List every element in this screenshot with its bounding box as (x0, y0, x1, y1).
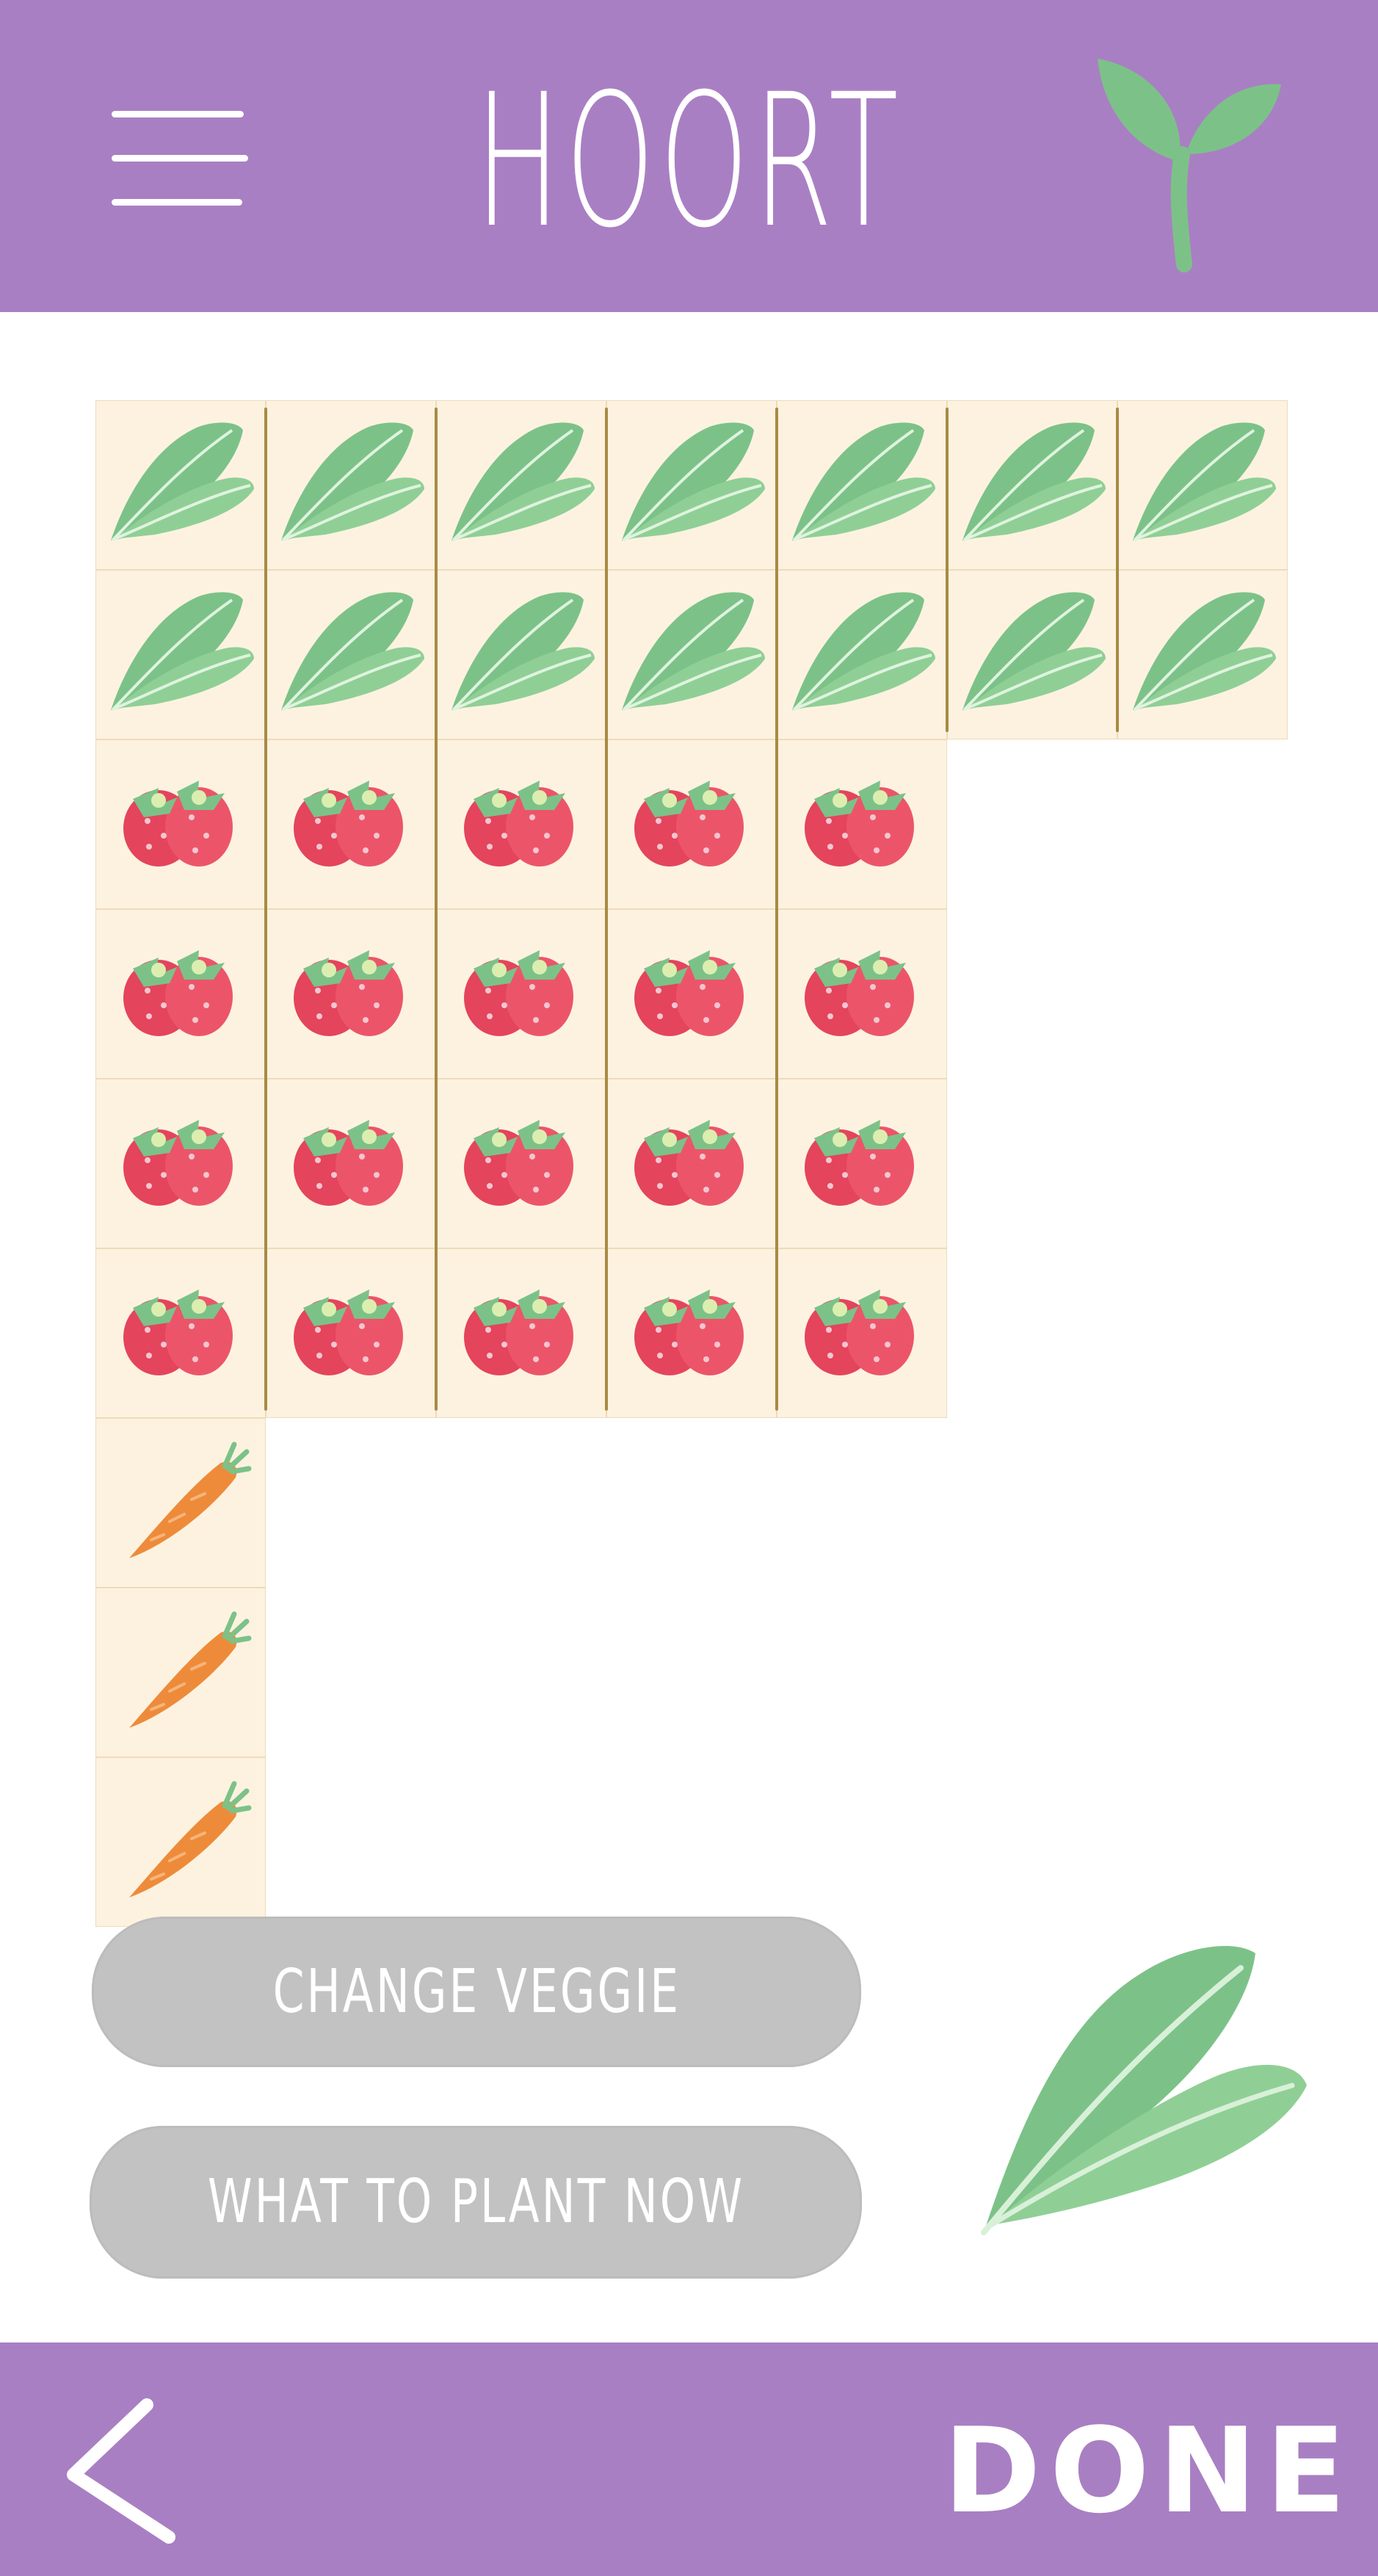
spinach-icon (281, 422, 424, 542)
done-button[interactable]: DONE (943, 2409, 1346, 2533)
spinach-icon (1133, 422, 1276, 542)
garden-cell-strawberry[interactable] (266, 739, 436, 909)
spinach-icon (111, 422, 254, 542)
strawberry-icon (294, 950, 403, 1036)
carrot-icon (129, 1781, 252, 1897)
change-veggie-button[interactable]: CHANGE VEGGIE (92, 1917, 861, 2067)
garden-cell-strawberry[interactable] (606, 1079, 777, 1248)
garden-cell-strawberry[interactable] (436, 1248, 606, 1418)
strawberry-icon (294, 1120, 403, 1206)
strawberry-icon (464, 781, 573, 866)
garden-cell-carrot[interactable] (95, 1757, 266, 1927)
garden-cell-strawberry[interactable] (777, 909, 947, 1079)
strawberry-icon (805, 1289, 914, 1375)
garden-cell-strawberry[interactable] (777, 1248, 947, 1418)
garden-cell-spinach[interactable] (606, 570, 777, 739)
garden-cell-strawberry[interactable] (95, 739, 266, 909)
spinach-icon (111, 592, 254, 712)
hamburger-menu-icon[interactable] (112, 106, 251, 209)
garden-cell-carrot[interactable] (95, 1418, 266, 1588)
spinach-icon (792, 592, 935, 712)
spinach-icon (452, 592, 595, 712)
app-title: HOORT (475, 54, 903, 268)
garden-cell-spinach[interactable] (777, 570, 947, 739)
garden-column-divider (946, 408, 949, 732)
strawberry-icon (634, 781, 744, 866)
strawberry-icon (634, 1289, 744, 1375)
garden-cell-spinach[interactable] (436, 570, 606, 739)
strawberry-icon (634, 1120, 744, 1206)
garden-cell-strawberry[interactable] (606, 1248, 777, 1418)
change-veggie-label: CHANGE VEGGIE (272, 1956, 681, 2027)
garden-cell-strawberry[interactable] (95, 1079, 266, 1248)
spinach-icon (622, 422, 765, 542)
spinach-icon (962, 592, 1106, 712)
garden-cell-strawberry[interactable] (436, 909, 606, 1079)
garden-cell-strawberry[interactable] (436, 1079, 606, 1248)
strawberry-icon (294, 1289, 403, 1375)
spinach-icon (792, 422, 935, 542)
spinach-icon (622, 592, 765, 712)
garden-cell-carrot[interactable] (95, 1588, 266, 1757)
spinach-icon (1133, 592, 1276, 712)
garden-cell-spinach[interactable] (266, 570, 436, 739)
garden-cell-strawberry[interactable] (266, 1248, 436, 1418)
what-to-plant-button[interactable]: WHAT TO PLANT NOW (90, 2126, 862, 2279)
garden-cell-spinach[interactable] (436, 400, 606, 570)
garden-cell-strawberry[interactable] (266, 909, 436, 1079)
garden-column-divider (435, 408, 438, 1411)
spinach-icon (962, 422, 1106, 542)
garden-cell-spinach[interactable] (95, 400, 266, 570)
spinach-icon (452, 422, 595, 542)
garden-cell-spinach[interactable] (1117, 570, 1288, 739)
strawberry-icon (294, 781, 403, 866)
selected-veggie-spinach-icon[interactable] (969, 1924, 1314, 2247)
garden-cell-strawberry[interactable] (606, 739, 777, 909)
strawberry-icon (123, 1289, 233, 1375)
strawberry-icon (123, 950, 233, 1036)
garden-column-divider (264, 408, 267, 1411)
garden-cell-spinach[interactable] (947, 570, 1117, 739)
strawberry-icon (464, 1120, 573, 1206)
garden-cell-spinach[interactable] (1117, 400, 1288, 570)
strawberry-icon (805, 781, 914, 866)
garden-column-divider (775, 408, 778, 1411)
carrot-icon (129, 1611, 252, 1728)
garden-column-divider (1116, 408, 1119, 732)
strawberry-icon (464, 950, 573, 1036)
carrot-icon (129, 1441, 252, 1558)
strawberry-icon (805, 1120, 914, 1206)
garden-cell-spinach[interactable] (606, 400, 777, 570)
strawberry-icon (123, 1120, 233, 1206)
garden-cell-strawberry[interactable] (777, 739, 947, 909)
garden-column-divider (605, 408, 608, 1411)
strawberry-icon (123, 781, 233, 866)
garden-cell-strawberry[interactable] (436, 739, 606, 909)
spinach-icon (281, 592, 424, 712)
strawberry-icon (805, 950, 914, 1036)
garden-cell-strawberry[interactable] (95, 909, 266, 1079)
strawberry-icon (464, 1289, 573, 1375)
garden-cell-spinach[interactable] (947, 400, 1117, 570)
garden-cell-strawberry[interactable] (606, 909, 777, 1079)
garden-cell-spinach[interactable] (266, 400, 436, 570)
garden-cell-strawberry[interactable] (266, 1079, 436, 1248)
garden-cell-strawberry[interactable] (777, 1079, 947, 1248)
chevron-left-icon[interactable] (59, 2394, 184, 2548)
garden-cell-spinach[interactable] (777, 400, 947, 570)
garden-cell-strawberry[interactable] (95, 1248, 266, 1418)
what-to-plant-label: WHAT TO PLANT NOW (207, 2167, 744, 2237)
sprout-icon (1098, 59, 1281, 272)
strawberry-icon (634, 950, 744, 1036)
garden-cell-spinach[interactable] (95, 570, 266, 739)
